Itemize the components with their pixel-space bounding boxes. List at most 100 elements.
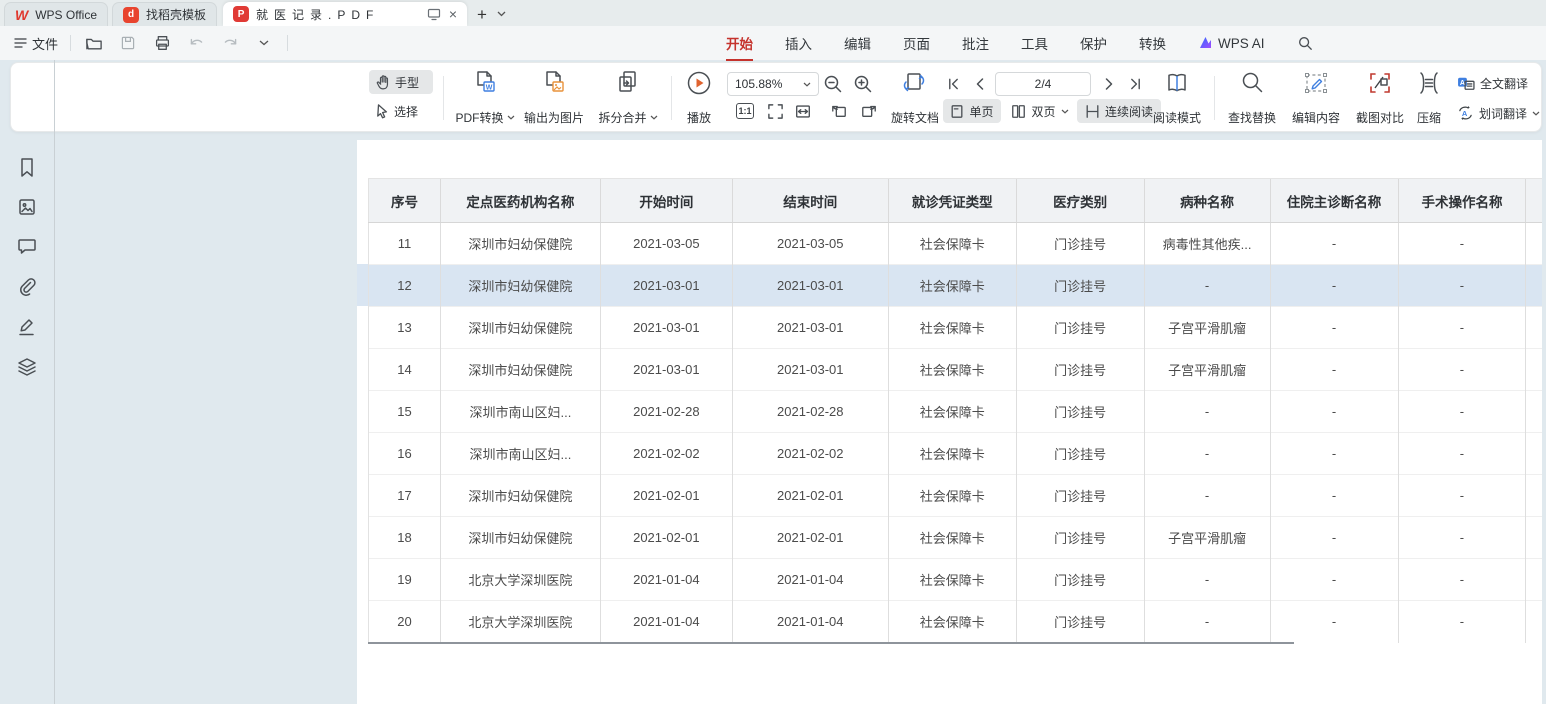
menu-annotate[interactable]: 批注 [962, 33, 989, 53]
table-cell: - [1398, 517, 1526, 559]
print-icon[interactable] [151, 32, 173, 54]
file-menu[interactable]: 文件 [14, 34, 58, 53]
new-tab-icon[interactable]: + [477, 6, 487, 23]
header-seq: 序号 [369, 179, 441, 223]
hand-icon [375, 74, 390, 90]
svg-text:A: A [1460, 79, 1465, 86]
attachment-icon[interactable] [17, 277, 39, 299]
zoom-in-button[interactable] [851, 71, 875, 97]
full-translate-button[interactable]: A 全文翻译 [1457, 70, 1540, 96]
table-cell: 门诊挂号 [1016, 559, 1144, 601]
header-start-time: 开始时间 [600, 179, 732, 223]
double-page-icon [1011, 104, 1026, 119]
table-cell: - [1270, 307, 1398, 349]
single-page-label: 单页 [969, 103, 993, 120]
actual-size-button[interactable]: 1:1 [733, 100, 757, 122]
table-cell: 深圳市妇幼保健院 [440, 307, 600, 349]
redo-icon[interactable] [219, 32, 241, 54]
save-icon[interactable] [117, 32, 139, 54]
tab-label: 就医记录.PDF [256, 6, 379, 23]
undo-icon[interactable] [185, 32, 207, 54]
rotate-document-label: 旋转文档 [891, 109, 939, 126]
first-page-button[interactable] [941, 73, 965, 95]
rotate-right-button[interactable] [857, 100, 881, 122]
rotate-left-button[interactable] [827, 100, 851, 122]
compress-label: 压缩 [1417, 109, 1441, 126]
zoom-out-button[interactable] [821, 71, 845, 97]
hand-tool-button[interactable]: 手型 [369, 70, 433, 94]
play-button[interactable]: 播放 [673, 68, 725, 128]
table-cell: 社会保障卡 [888, 433, 1016, 475]
menu-insert[interactable]: 插入 [785, 33, 812, 53]
menu-wps-ai[interactable]: WPS AI [1198, 36, 1265, 51]
table-row: 13 深圳市妇幼保健院 2021-03-01 2021-03-01 社会保障卡 … [369, 307, 1543, 349]
next-page-button[interactable] [1097, 73, 1121, 95]
screenshot-compare-button[interactable]: 截图对比 [1347, 68, 1413, 128]
divider [671, 76, 672, 120]
tab-wps-office[interactable]: W WPS Office [4, 2, 108, 26]
pdf-convert-label: PDF转换 [455, 109, 503, 126]
split-merge-button[interactable]: 拆分合并 [592, 68, 664, 128]
table-cell: 2021-02-02 [600, 433, 732, 475]
fit-page-button[interactable] [763, 100, 787, 122]
compress-button[interactable]: 压缩 [1405, 68, 1453, 128]
table-cell: 门诊挂号 [1016, 265, 1144, 307]
chevron-down-icon [1532, 111, 1540, 116]
table-cell: - [1270, 265, 1398, 307]
thumbnail-icon[interactable] [17, 197, 39, 219]
tab-list-chevron-icon[interactable] [497, 11, 506, 17]
table-cell-extra [1526, 349, 1542, 391]
menu-protect[interactable]: 保护 [1080, 33, 1107, 53]
table-cell: 2021-01-04 [732, 601, 888, 643]
table-cell-extra [1526, 517, 1542, 559]
bookmark-icon[interactable] [17, 157, 39, 179]
output-as-image-button[interactable]: 输出为图片 [516, 68, 592, 128]
select-tool-button[interactable]: 选择 [369, 99, 433, 123]
table-cell: 2021-01-04 [732, 559, 888, 601]
rotate-document-icon [902, 70, 928, 96]
table-cell: 15 [369, 391, 441, 433]
menu-home[interactable]: 开始 [726, 33, 753, 53]
table-cell: 病毒性其他疾... [1144, 223, 1270, 265]
quickbar-chevron-icon[interactable] [253, 32, 275, 54]
tab-document-pdf[interactable]: P 就医记录.PDF × [223, 2, 467, 26]
full-translate-icon: A [1457, 76, 1475, 91]
fit-page-icon [767, 103, 784, 120]
fit-width-button[interactable] [791, 100, 815, 122]
present-screen-icon[interactable] [427, 8, 441, 21]
pdf-convert-button[interactable]: W PDF转换 [448, 68, 522, 128]
menu-tools[interactable]: 工具 [1021, 33, 1048, 53]
zoom-level-dropdown[interactable]: 105.88% [727, 72, 819, 96]
table-cell: 12 [369, 265, 441, 307]
table-cell: 社会保障卡 [888, 349, 1016, 391]
divider [1214, 76, 1215, 120]
divider [70, 35, 71, 51]
menu-page[interactable]: 页面 [903, 33, 930, 53]
comment-icon[interactable] [17, 237, 39, 259]
edit-content-button[interactable]: 编辑内容 [1283, 68, 1349, 128]
layers-icon[interactable] [17, 357, 39, 379]
single-page-button[interactable]: 单页 [943, 99, 1001, 123]
double-page-button[interactable]: 双页 [1007, 99, 1073, 123]
last-page-button[interactable] [1123, 73, 1147, 95]
split-merge-icon [616, 70, 640, 96]
reading-mode-button[interactable]: 阅读模式 [1146, 68, 1208, 128]
word-translate-icon: A [1457, 105, 1474, 121]
find-replace-button[interactable]: 查找替换 [1219, 68, 1285, 128]
page-indicator-input[interactable]: 2/4 [995, 72, 1091, 96]
word-translate-button[interactable]: A 划词翻译 [1457, 100, 1540, 126]
open-folder-icon[interactable] [83, 32, 105, 54]
rotate-left-icon [830, 103, 848, 119]
menu-edit[interactable]: 编辑 [844, 33, 871, 53]
wps-ai-logo-icon [1198, 36, 1213, 50]
menu-convert[interactable]: 转换 [1139, 33, 1166, 53]
one-to-one-icon: 1:1 [736, 103, 754, 119]
previous-page-button[interactable] [967, 73, 991, 95]
table-cell: 门诊挂号 [1016, 223, 1144, 265]
rotate-document-button[interactable]: 旋转文档 [881, 68, 949, 128]
close-icon[interactable]: × [449, 7, 457, 21]
search-icon[interactable] [1297, 35, 1313, 51]
tab-docer-templates[interactable]: d 找稻壳模板 [112, 2, 217, 26]
table-cell: - [1144, 391, 1270, 433]
signature-icon[interactable] [17, 317, 39, 339]
